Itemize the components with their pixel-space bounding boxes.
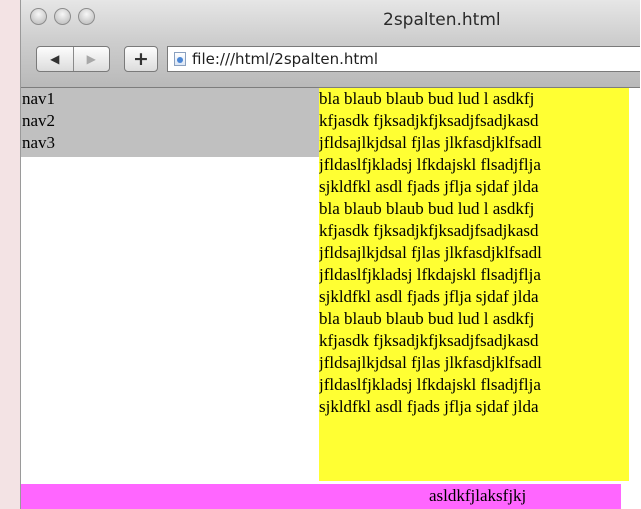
nav-item: nav1 — [22, 89, 56, 108]
window-title: 2spalten.html — [383, 10, 501, 30]
main-text-line: jfldaslfjkladsj lfkdajskl flsadjflja — [319, 155, 541, 174]
nav-column: nav1 nav2 nav3 — [21, 88, 319, 157]
footer-text: asldkfjlaksfjkj — [429, 486, 527, 505]
minimize-window-button[interactable] — [54, 8, 71, 25]
main-text-line: sjkldfkl asdl fjads jflja sjdaf jlda — [319, 177, 539, 196]
main-text-line: jfldaslfjkladsj lfkdajskl flsadjflja — [319, 265, 541, 284]
main-text-line: bla blaub blaub bud lud l asdkfj — [319, 89, 535, 108]
main-text-line: kfjasdk fjksadjkfjksadjfsadjkasd — [319, 331, 539, 350]
main-text-line: jfldaslfjkladsj lfkdajskl flsadjflja — [319, 375, 541, 394]
nav-item: nav3 — [22, 133, 56, 152]
zoom-window-button[interactable] — [78, 8, 95, 25]
back-arrow-icon: ◀ — [50, 52, 60, 66]
browser-window: 2spalten.html ◀ ▶ + file:///html/2spalte… — [20, 0, 640, 509]
back-forward-group: ◀ ▶ — [36, 46, 110, 72]
main-text-line: sjkldfkl asdl fjads jflja sjdaf jlda — [319, 287, 539, 306]
main-text-line: bla blaub blaub bud lud l asdkfj — [319, 309, 535, 328]
main-text-line: jfldsajlkjdsal fjlas jlkfasdjklfsadl — [319, 243, 542, 262]
back-button[interactable]: ◀ — [37, 47, 73, 71]
main-text-line: jfldsajlkjdsal fjlas jlkfasdjklfsadl — [319, 353, 542, 372]
forward-button[interactable]: ▶ — [72, 47, 110, 71]
main-column: bla blaub blaub bud lud l asdkfj kfjasdk… — [319, 88, 629, 481]
main-text-line: kfjasdk fjksadjkfjksadjfsadjkasd — [319, 111, 539, 130]
close-window-button[interactable] — [30, 8, 47, 25]
add-bookmark-button[interactable]: + — [124, 46, 158, 72]
page-background — [0, 0, 22, 509]
main-text-line: kfjasdk fjksadjkfjksadjfsadjkasd — [319, 221, 539, 240]
address-bar[interactable]: file:///html/2spalten.html — [167, 46, 640, 72]
forward-arrow-icon: ▶ — [86, 52, 96, 66]
page-content: nav1 nav2 nav3 bla blaub blaub bud lud l… — [21, 88, 640, 509]
main-text-line: bla blaub blaub bud lud l asdkfj — [319, 199, 535, 218]
nav-item: nav2 — [22, 111, 56, 130]
main-text-line: jfldsajlkjdsal fjlas jlkfasdjklfsadl — [319, 133, 542, 152]
url-text: file:///html/2spalten.html — [192, 50, 379, 68]
main-text-line: sjkldfkl asdl fjads jflja sjdaf jlda — [319, 397, 539, 416]
title-bar: 2spalten.html — [21, 0, 640, 38]
footer: asldkfjlaksfjkj — [21, 484, 621, 509]
plus-icon: + — [133, 48, 149, 70]
page-icon — [174, 52, 186, 66]
browser-toolbar: ◀ ▶ + file:///html/2spalten.html — [21, 38, 640, 88]
